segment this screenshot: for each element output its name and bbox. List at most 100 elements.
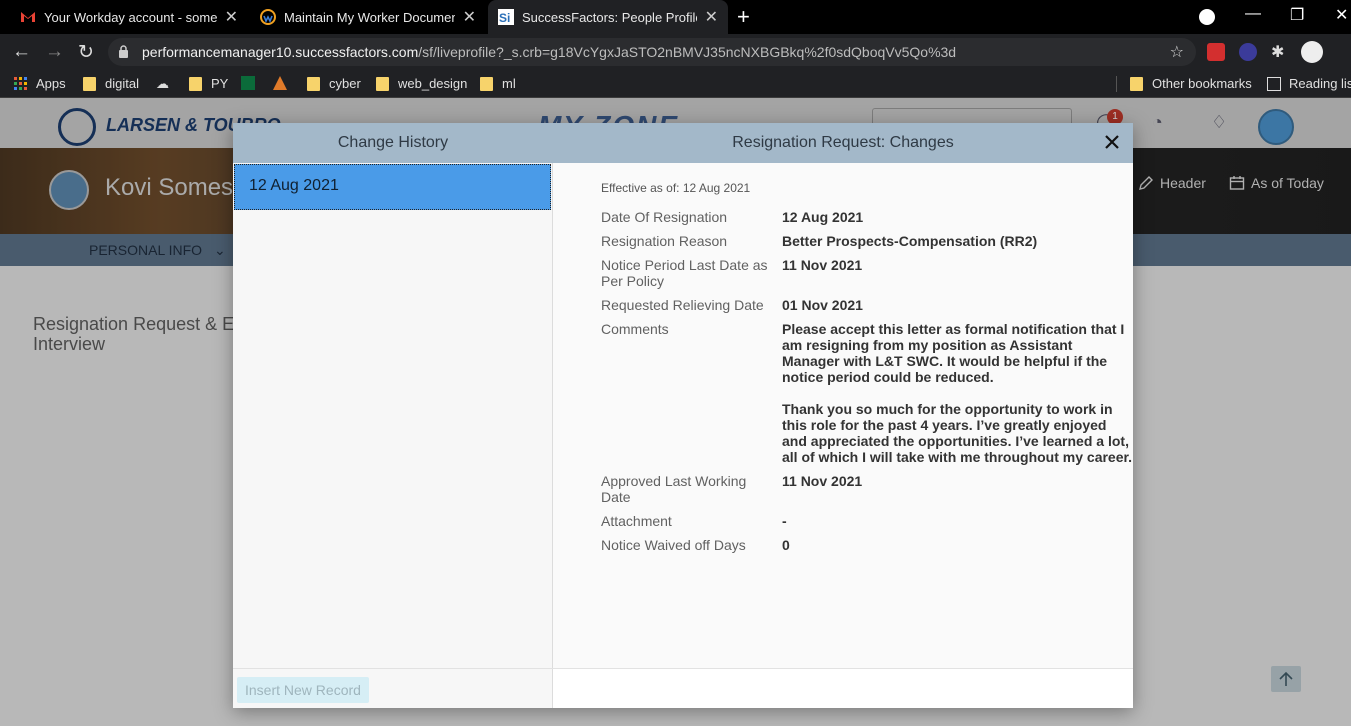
- browser-toolbar: ← → ↻ performancemanager10.successfactor…: [0, 34, 1351, 70]
- bookmark-label: Reading list: [1289, 76, 1351, 91]
- bookmarks-bar: Apps digital ☁ PY cyber web_design ml Ot…: [0, 70, 1351, 98]
- changes-title: Resignation Request: Changes: [553, 123, 1133, 163]
- bookmark-apps[interactable]: Apps: [14, 76, 66, 91]
- field-value: -: [782, 513, 787, 529]
- field-label: Attachment: [601, 513, 672, 529]
- new-tab-button[interactable]: +: [737, 4, 750, 30]
- bookmark-label: ml: [502, 76, 516, 91]
- field-notice-period: Notice Period Last Date as Per Policy 11…: [601, 257, 1133, 289]
- extension-icon[interactable]: [1239, 43, 1257, 61]
- folder-icon: [480, 76, 493, 91]
- field-value: Better Prospects-Compensation (RR2): [782, 233, 1038, 249]
- bookmark-web-design[interactable]: web_design: [376, 76, 467, 91]
- browser-tab-bar: Your Workday account - someshk ✕ Maintai…: [0, 0, 1351, 34]
- tab-title: Maintain My Worker Documents: [284, 9, 455, 25]
- field-resignation-reason: Resignation Reason Better Prospects-Comp…: [601, 233, 1133, 249]
- field-label: Approved Last Working Date: [601, 473, 747, 505]
- bookmark-label: PY: [211, 76, 229, 91]
- avatar[interactable]: [1301, 41, 1323, 63]
- field-date-of-resignation: Date Of Resignation 12 Aug 2021: [601, 209, 1133, 225]
- field-value: 0: [782, 537, 790, 553]
- change-history-title: Change History: [233, 123, 553, 163]
- reading-list-icon: [1267, 76, 1281, 91]
- divider: [1116, 76, 1117, 92]
- folder-icon: [1130, 76, 1143, 91]
- folder-icon: [376, 76, 389, 91]
- folder-icon: [189, 76, 202, 91]
- workday-icon: [260, 9, 276, 25]
- effective-date: Effective as of: 12 Aug 2021: [601, 181, 751, 195]
- field-label: Resignation Reason: [601, 233, 728, 249]
- field-value: 01 Nov 2021: [782, 297, 863, 313]
- bookmark-label: cyber: [329, 76, 361, 91]
- field-value: Please accept this letter as formal noti…: [782, 321, 1133, 465]
- field-label: Notice Period Last Date as Per Policy: [601, 257, 768, 289]
- tab-workday-account[interactable]: Your Workday account - someshk ✕: [10, 0, 248, 34]
- tab-worker-documents[interactable]: Maintain My Worker Documents ✕: [250, 0, 486, 34]
- bookmark-cyber[interactable]: cyber: [307, 76, 361, 91]
- field-requested-relieving: Requested Relieving Date 01 Nov 2021: [601, 297, 1133, 313]
- minimize-icon[interactable]: —: [1245, 5, 1261, 23]
- puzzle-icon[interactable]: ✱: [1271, 42, 1289, 61]
- restore-icon[interactable]: ❐: [1290, 5, 1304, 25]
- insert-new-record-button[interactable]: Insert New Record: [237, 677, 369, 703]
- field-list: Date Of Resignation 12 Aug 2021 Resignat…: [601, 209, 1133, 561]
- tab-people-profile[interactable]: Si SuccessFactors: People Profile ✕: [488, 0, 728, 34]
- field-label: Notice Waived off Days: [601, 537, 746, 553]
- folder-icon: [307, 76, 320, 91]
- comment-paragraph: Thank you so much for the opportunity to…: [782, 401, 1133, 465]
- reading-list[interactable]: Reading list: [1267, 76, 1351, 91]
- left-footer: Insert New Record: [233, 668, 553, 708]
- bookmark-star-icon[interactable]: ☆: [1170, 42, 1184, 62]
- field-attachment: Attachment -: [601, 513, 1133, 529]
- bookmark-py[interactable]: PY: [189, 76, 228, 91]
- back-icon[interactable]: ←: [12, 41, 31, 63]
- field-value: 11 Nov 2021: [782, 257, 863, 273]
- lock-icon: [119, 45, 128, 58]
- window-close-icon[interactable]: ✕: [1335, 5, 1348, 25]
- bookmark-digital[interactable]: digital: [83, 76, 139, 91]
- extension-icon[interactable]: [1207, 43, 1225, 61]
- close-icon[interactable]: ✕: [463, 7, 476, 27]
- url-host: performancemanager10.successfactors.com: [142, 44, 419, 60]
- address-bar[interactable]: performancemanager10.successfactors.com/…: [108, 38, 1196, 66]
- gmail-icon: [21, 12, 35, 22]
- bookmark-cloud[interactable]: ☁: [156, 76, 178, 91]
- field-label: Requested Relieving Date: [601, 297, 764, 313]
- history-item[interactable]: 12 Aug 2021: [234, 164, 551, 210]
- url-text: performancemanager10.successfactors.com/…: [142, 44, 956, 60]
- field-label: Comments: [601, 321, 669, 337]
- field-notice-waived: Notice Waived off Days 0: [601, 537, 1133, 553]
- bookmark-hi[interactable]: [241, 76, 263, 90]
- site-icon: [241, 76, 255, 90]
- cloud-icon: ☁: [156, 76, 169, 91]
- successfactors-icon: Si: [498, 9, 514, 25]
- comment-paragraph: Please accept this letter as formal noti…: [782, 321, 1125, 385]
- apps-grid-icon: [14, 76, 27, 90]
- close-icon[interactable]: ✕: [225, 7, 238, 27]
- change-history-dialog: Change History 12 Aug 2021 Insert New Re…: [233, 123, 1133, 708]
- bookmark-label: digital: [105, 76, 139, 91]
- forward-icon[interactable]: →: [45, 41, 64, 63]
- bookmark-matlab[interactable]: [273, 76, 295, 90]
- url-path: /sf/liveprofile?_s.crb=g18VcYgxJaSTO2nBM…: [418, 44, 957, 60]
- tab-title: Your Workday account - someshk: [44, 9, 217, 25]
- tab-title: SuccessFactors: People Profile: [522, 9, 697, 25]
- close-icon[interactable]: [1103, 133, 1121, 151]
- changes-pane: Resignation Request: Changes Effective a…: [553, 123, 1133, 708]
- profile-dropdown-icon[interactable]: [1199, 9, 1215, 25]
- svg-text:Si: Si: [499, 11, 510, 25]
- field-value: 11 Nov 2021: [782, 473, 863, 489]
- change-history-pane: Change History 12 Aug 2021 Insert New Re…: [233, 123, 553, 708]
- bookmark-ml[interactable]: ml: [480, 76, 516, 91]
- folder-icon: [83, 76, 96, 91]
- bookmark-other[interactable]: Other bookmarks: [1130, 76, 1252, 91]
- close-icon[interactable]: ✕: [705, 7, 718, 27]
- field-label: Date Of Resignation: [601, 209, 728, 225]
- field-value: 12 Aug 2021: [782, 209, 864, 225]
- reload-icon[interactable]: ↻: [78, 41, 94, 64]
- right-footer: [553, 668, 1133, 708]
- bookmark-label: Other bookmarks: [1152, 76, 1252, 91]
- bookmark-label: Apps: [36, 76, 66, 91]
- field-approved-last-working: Approved Last Working Date 11 Nov 2021: [601, 473, 1133, 505]
